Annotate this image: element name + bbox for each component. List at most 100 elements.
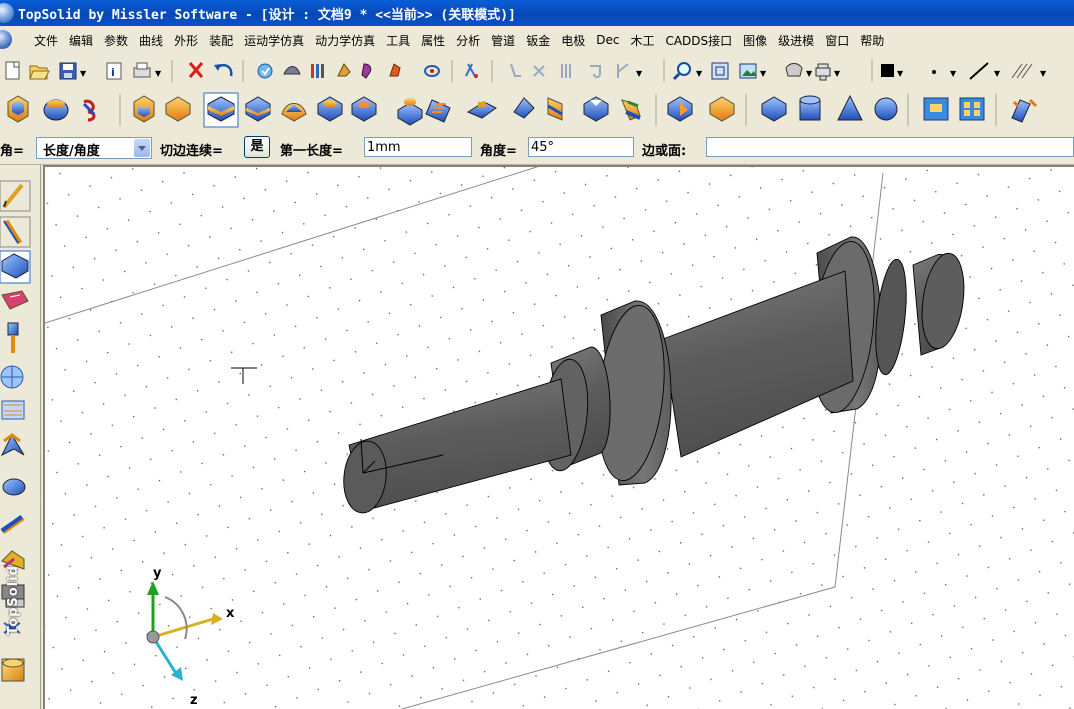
edge-field[interactable]: [706, 137, 1074, 157]
menu-item[interactable]: 帮助: [854, 32, 889, 49]
chamfer-icon[interactable]: [245, 96, 271, 122]
material-icon[interactable]: [1, 658, 25, 682]
print-dropdown-icon[interactable]: ▼: [155, 69, 162, 78]
thread-icon[interactable]: [425, 99, 451, 123]
angle-field[interactable]: 45°: [528, 137, 634, 157]
menu-item[interactable]: 级进模: [772, 32, 819, 49]
save-dropdown-icon[interactable]: ▼: [80, 69, 87, 78]
ruler-icon[interactable]: [311, 64, 324, 78]
chevron-down-icon[interactable]: [134, 139, 150, 157]
cross-icon[interactable]: [533, 65, 545, 77]
photo-dropdown-icon[interactable]: ▼: [760, 69, 767, 78]
point-dropdown-icon[interactable]: ▼: [950, 69, 957, 78]
hatch-icon[interactable]: [1011, 63, 1033, 79]
split-icon[interactable]: [547, 97, 563, 121]
hook-icon[interactable]: [590, 65, 601, 78]
pipe-icon[interactable]: [1011, 98, 1038, 123]
open-icon[interactable]: [29, 65, 50, 80]
color-icon[interactable]: [881, 64, 894, 77]
menu-item[interactable]: 参数: [98, 32, 133, 49]
cut-icon[interactable]: [583, 96, 609, 122]
menu-item[interactable]: 钣金: [520, 32, 555, 49]
sheet-metal-icon[interactable]: [1, 290, 29, 310]
fillet-icon[interactable]: [203, 92, 239, 128]
transform-icon[interactable]: [923, 97, 949, 121]
draw-icon[interactable]: [617, 63, 629, 78]
menu-item[interactable]: 运动学仿真: [238, 32, 309, 49]
fit-icon[interactable]: [711, 62, 729, 80]
chamfer-mode-select[interactable]: 长度/角度: [36, 137, 152, 159]
menu-item[interactable]: 文件: [28, 32, 63, 49]
mirror-icon[interactable]: [667, 96, 693, 122]
cube-icon[interactable]: [761, 96, 787, 122]
menu-item[interactable]: 管道: [485, 32, 520, 49]
print-preview-icon[interactable]: [815, 63, 831, 81]
grid-icon[interactable]: [561, 64, 571, 78]
menu-item[interactable]: 木工: [624, 32, 659, 49]
box-icon[interactable]: [133, 95, 155, 123]
component-icon[interactable]: [1, 400, 25, 420]
draw-dropdown-icon[interactable]: ▼: [636, 69, 643, 78]
draft-icon[interactable]: [513, 97, 535, 119]
wire-icon[interactable]: [0, 514, 25, 534]
point-icon[interactable]: [932, 70, 936, 74]
hatch-dropdown-icon[interactable]: ▼: [1040, 69, 1047, 78]
menu-item[interactable]: 图像: [737, 32, 772, 49]
boss-icon[interactable]: [317, 96, 343, 122]
menu-item[interactable]: 编辑: [63, 32, 98, 49]
line-dropdown-icon[interactable]: ▼: [994, 69, 1001, 78]
delete-icon[interactable]: [188, 62, 204, 78]
sketch-icon[interactable]: [0, 180, 31, 212]
preview-dropdown-icon[interactable]: ▼: [834, 69, 841, 78]
menu-item[interactable]: Dec: [590, 33, 624, 47]
sweep-icon[interactable]: [283, 66, 301, 75]
cone-icon[interactable]: [837, 94, 863, 121]
menu-item[interactable]: 外形: [168, 32, 203, 49]
curve-tool-icon[interactable]: [0, 216, 31, 248]
menu-item[interactable]: 窗口: [819, 32, 854, 49]
extrude-icon[interactable]: [7, 95, 29, 123]
globe-icon[interactable]: [0, 365, 24, 389]
menu-item[interactable]: 装配: [203, 32, 238, 49]
menu-item[interactable]: 电极: [555, 32, 590, 49]
shape-tool-icon[interactable]: [0, 250, 31, 284]
drape-icon[interactable]: [165, 96, 191, 122]
color-dropdown-icon[interactable]: ▼: [897, 69, 904, 78]
document-icon[interactable]: [0, 30, 12, 49]
render-dropdown-icon[interactable]: ▼: [806, 69, 813, 78]
rib-icon[interactable]: [466, 101, 497, 119]
pattern-icon[interactable]: [709, 96, 735, 122]
menu-item[interactable]: 曲线: [133, 32, 168, 49]
print-icon[interactable]: [133, 62, 151, 78]
menu-item[interactable]: CADDS接口: [659, 32, 737, 49]
properties-icon[interactable]: i: [106, 62, 122, 80]
spring-icon[interactable]: [82, 99, 96, 122]
app-icon[interactable]: [0, 3, 14, 23]
line-icon[interactable]: [969, 62, 989, 80]
refresh-icon[interactable]: [257, 63, 273, 79]
magnet-icon[interactable]: [465, 63, 478, 79]
cylinder-icon[interactable]: [799, 95, 821, 121]
zoom-icon[interactable]: [672, 62, 691, 81]
graphics-viewport[interactable]: y x z: [43, 165, 1074, 709]
shell-icon[interactable]: [281, 103, 307, 122]
pick-icon[interactable]: [337, 63, 351, 77]
menu-item[interactable]: 分析: [450, 32, 485, 49]
menu-item[interactable]: 动力学仿真: [309, 32, 380, 49]
sweep-shape-icon[interactable]: [621, 99, 641, 121]
sphere-icon[interactable]: [874, 97, 898, 121]
revolve-icon[interactable]: [43, 99, 69, 121]
undo-icon[interactable]: [214, 64, 233, 77]
array-icon[interactable]: [959, 97, 985, 121]
mold-icon[interactable]: [2, 478, 26, 496]
first-length-field[interactable]: 1mm: [364, 137, 472, 157]
hole-icon[interactable]: [397, 98, 423, 126]
menu-item[interactable]: 属性: [415, 32, 450, 49]
surface-icon[interactable]: [0, 433, 25, 457]
zoom-dropdown-icon[interactable]: ▼: [696, 69, 703, 78]
render-icon[interactable]: [785, 63, 803, 77]
new-icon[interactable]: [5, 61, 20, 80]
paint-icon[interactable]: [389, 63, 401, 77]
pin-icon[interactable]: [7, 322, 19, 353]
pocket-icon[interactable]: [351, 96, 377, 122]
